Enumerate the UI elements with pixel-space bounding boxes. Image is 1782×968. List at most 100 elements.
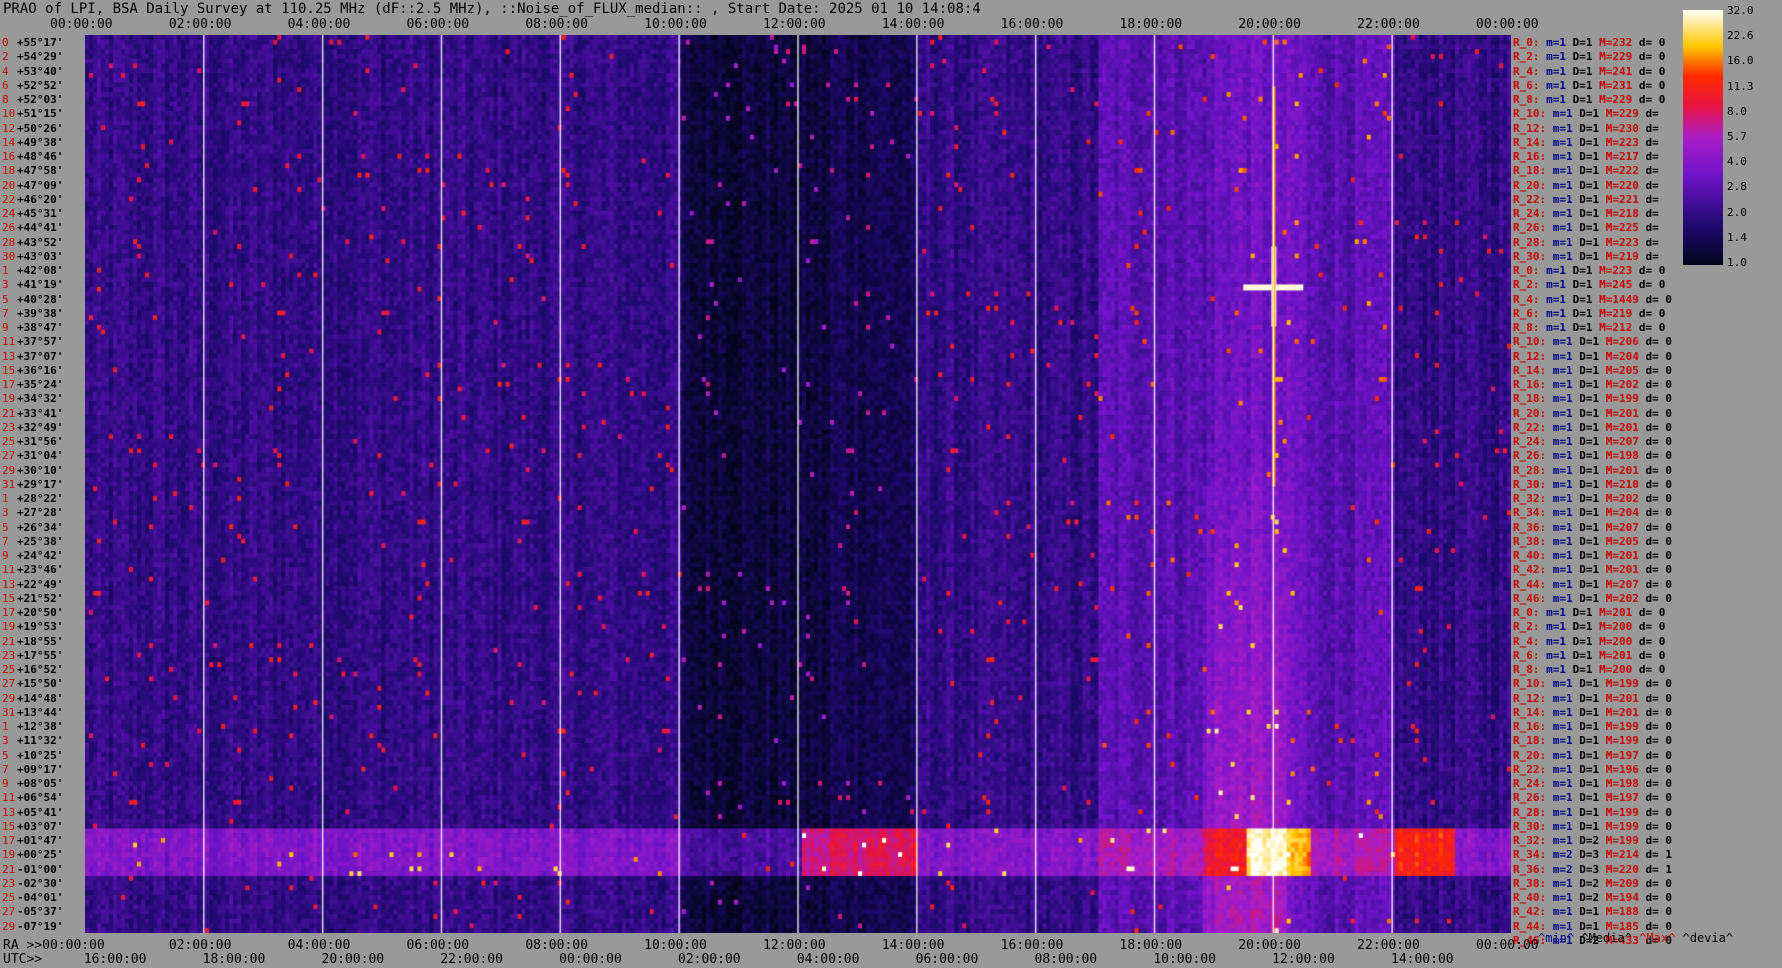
declination-label: +17°55' [17,648,64,662]
row-index: 25 [2,435,16,449]
declination-label: +01°47' [17,834,64,848]
stat-d: d= 0 [1645,378,1673,392]
stat-d: d= 0 [1645,734,1673,748]
stat-r: R_6: [1513,306,1547,320]
stat-d: d= 0 [1645,819,1673,833]
stat-m: m=1 [1546,648,1573,662]
stat-d: D=1 [1579,563,1606,577]
stat-row: R_18: m=1 D=1 M=199 d= 0 [1513,735,1672,746]
row-index: 31 [2,705,16,719]
stat-row: R_16: m=1 D=1 M=202 d= 0 [1513,379,1672,390]
stat-m: m=1 [1546,64,1573,78]
utc-tick-label: 20:00:00 [321,952,385,967]
stat-r: R_28: [1513,805,1553,819]
stat-row: R_34: m=1 D=1 M=204 d= 0 [1513,507,1672,518]
stat-d: d= [1645,249,1659,263]
stat-m: M=197 [1605,791,1646,805]
stat-r: R_0: [1513,36,1547,49]
stat-m: M=229 [1605,107,1646,121]
stat-m: M=199 [1605,677,1646,691]
stat-m: M=196 [1605,762,1646,776]
stat-r: R_2: [1513,50,1547,64]
row-index: 23 [2,648,16,662]
stat-d: D=1 [1572,606,1600,620]
stat-m: M=241 [1599,64,1639,78]
row-index: 5 [2,292,9,306]
stat-m: M=201 [1605,705,1646,719]
stat-d: d= 0 [1645,905,1673,919]
stat-m: M=220 [1605,862,1646,876]
stat-r: R_26: [1513,791,1553,805]
stat-d: d= 0 [1638,50,1666,64]
stat-d: D=1 [1579,791,1606,805]
stat-row: R_12: m=1 D=1 M=230 d= [1513,123,1659,134]
stat-d: d= 0 [1638,321,1666,335]
stat-m: m=1 [1552,534,1580,548]
stat-d: d= 0 [1638,93,1666,107]
stat-d: D=1 [1579,178,1606,192]
stat-m: m=1 [1552,392,1580,406]
stat-d: D=1 [1579,819,1606,833]
stat-row: R_4: m=1 D=1 M=1449 d= 0 [1513,294,1672,305]
row-index: 5 [2,748,9,762]
stat-m: m=1 [1552,492,1580,506]
declination-label: +24°42' [17,549,64,563]
stat-m: m=1 [1546,306,1573,320]
stat-d: d= 0 [1645,748,1673,762]
colorbar-tick: 5.7 [1727,130,1747,143]
stat-r: R_22: [1513,420,1553,434]
top-tick-label: 02:00:00 [168,17,232,32]
stat-m: M=205 [1605,363,1646,377]
stat-d: d= [1645,107,1659,121]
stat-r: R_26: [1513,449,1553,463]
stat-d: D=1 [1579,805,1606,819]
stat-d: d= 0 [1645,477,1673,491]
declination-label: +15°50' [17,677,64,691]
row-index: 19 [2,620,16,634]
row-index: 12 [2,121,16,135]
ra-tick-label: 08:00:00 [525,938,588,953]
stat-m: m=2 [1552,862,1580,876]
legend: ^min^ ^Media^ ^Max^ ^devia^ [1538,931,1733,945]
declination-label: +45°31' [17,207,64,221]
stat-d: d= [1645,121,1659,135]
stat-d: d= 0 [1645,591,1673,605]
declination-label: +34°32' [17,392,64,406]
stat-r: R_26: [1513,221,1553,235]
row-index: 21 [2,406,16,420]
declination-label: +35°24' [17,378,64,392]
stat-m: m=1 [1552,876,1580,890]
stat-m: M=199 [1605,805,1646,819]
colorbar-tick: 4.0 [1727,155,1747,169]
row-index: 30 [2,249,16,263]
stat-m: m=1 [1552,777,1580,791]
colorbar-tick: 2.8 [1727,180,1747,194]
stat-m: m=1 [1552,677,1580,691]
utc-tick-label: 04:00:00 [796,952,860,967]
stat-row: R_20: m=1 D=1 M=220 d= [1513,180,1659,191]
stat-r: R_14: [1513,363,1553,377]
stat-m: m=1 [1552,819,1580,833]
stat-d: d= 0 [1638,648,1666,662]
row-index: 3 [2,278,9,292]
stat-d: D=1 [1579,691,1606,705]
stat-m: m=1 [1552,235,1580,249]
row-index: 0 [2,36,9,49]
stat-m: M=220 [1605,178,1646,192]
row-index: 11 [2,791,16,805]
stat-m: m=1 [1552,805,1580,819]
stat-row: R_0: m=1 D=1 M=223 d= 0 [1513,265,1665,276]
stat-m: M=232 [1599,36,1639,49]
row-index: 7 [2,762,9,776]
declination-label: +50°26' [17,121,64,135]
declination-label: +22°49' [17,577,64,591]
stat-m: M=200 [1599,620,1639,634]
row-index: 23 [2,876,16,890]
stat-d: d= 0 [1638,278,1666,292]
stat-d: d= 0 [1638,64,1666,78]
stat-row: R_4: m=1 D=1 M=200 d= 0 [1513,636,1665,647]
stat-r: R_4: [1513,292,1547,306]
stat-r: R_4: [1513,634,1547,648]
stat-m: m=1 [1552,406,1580,420]
stat-d: d= 0 [1645,563,1673,577]
